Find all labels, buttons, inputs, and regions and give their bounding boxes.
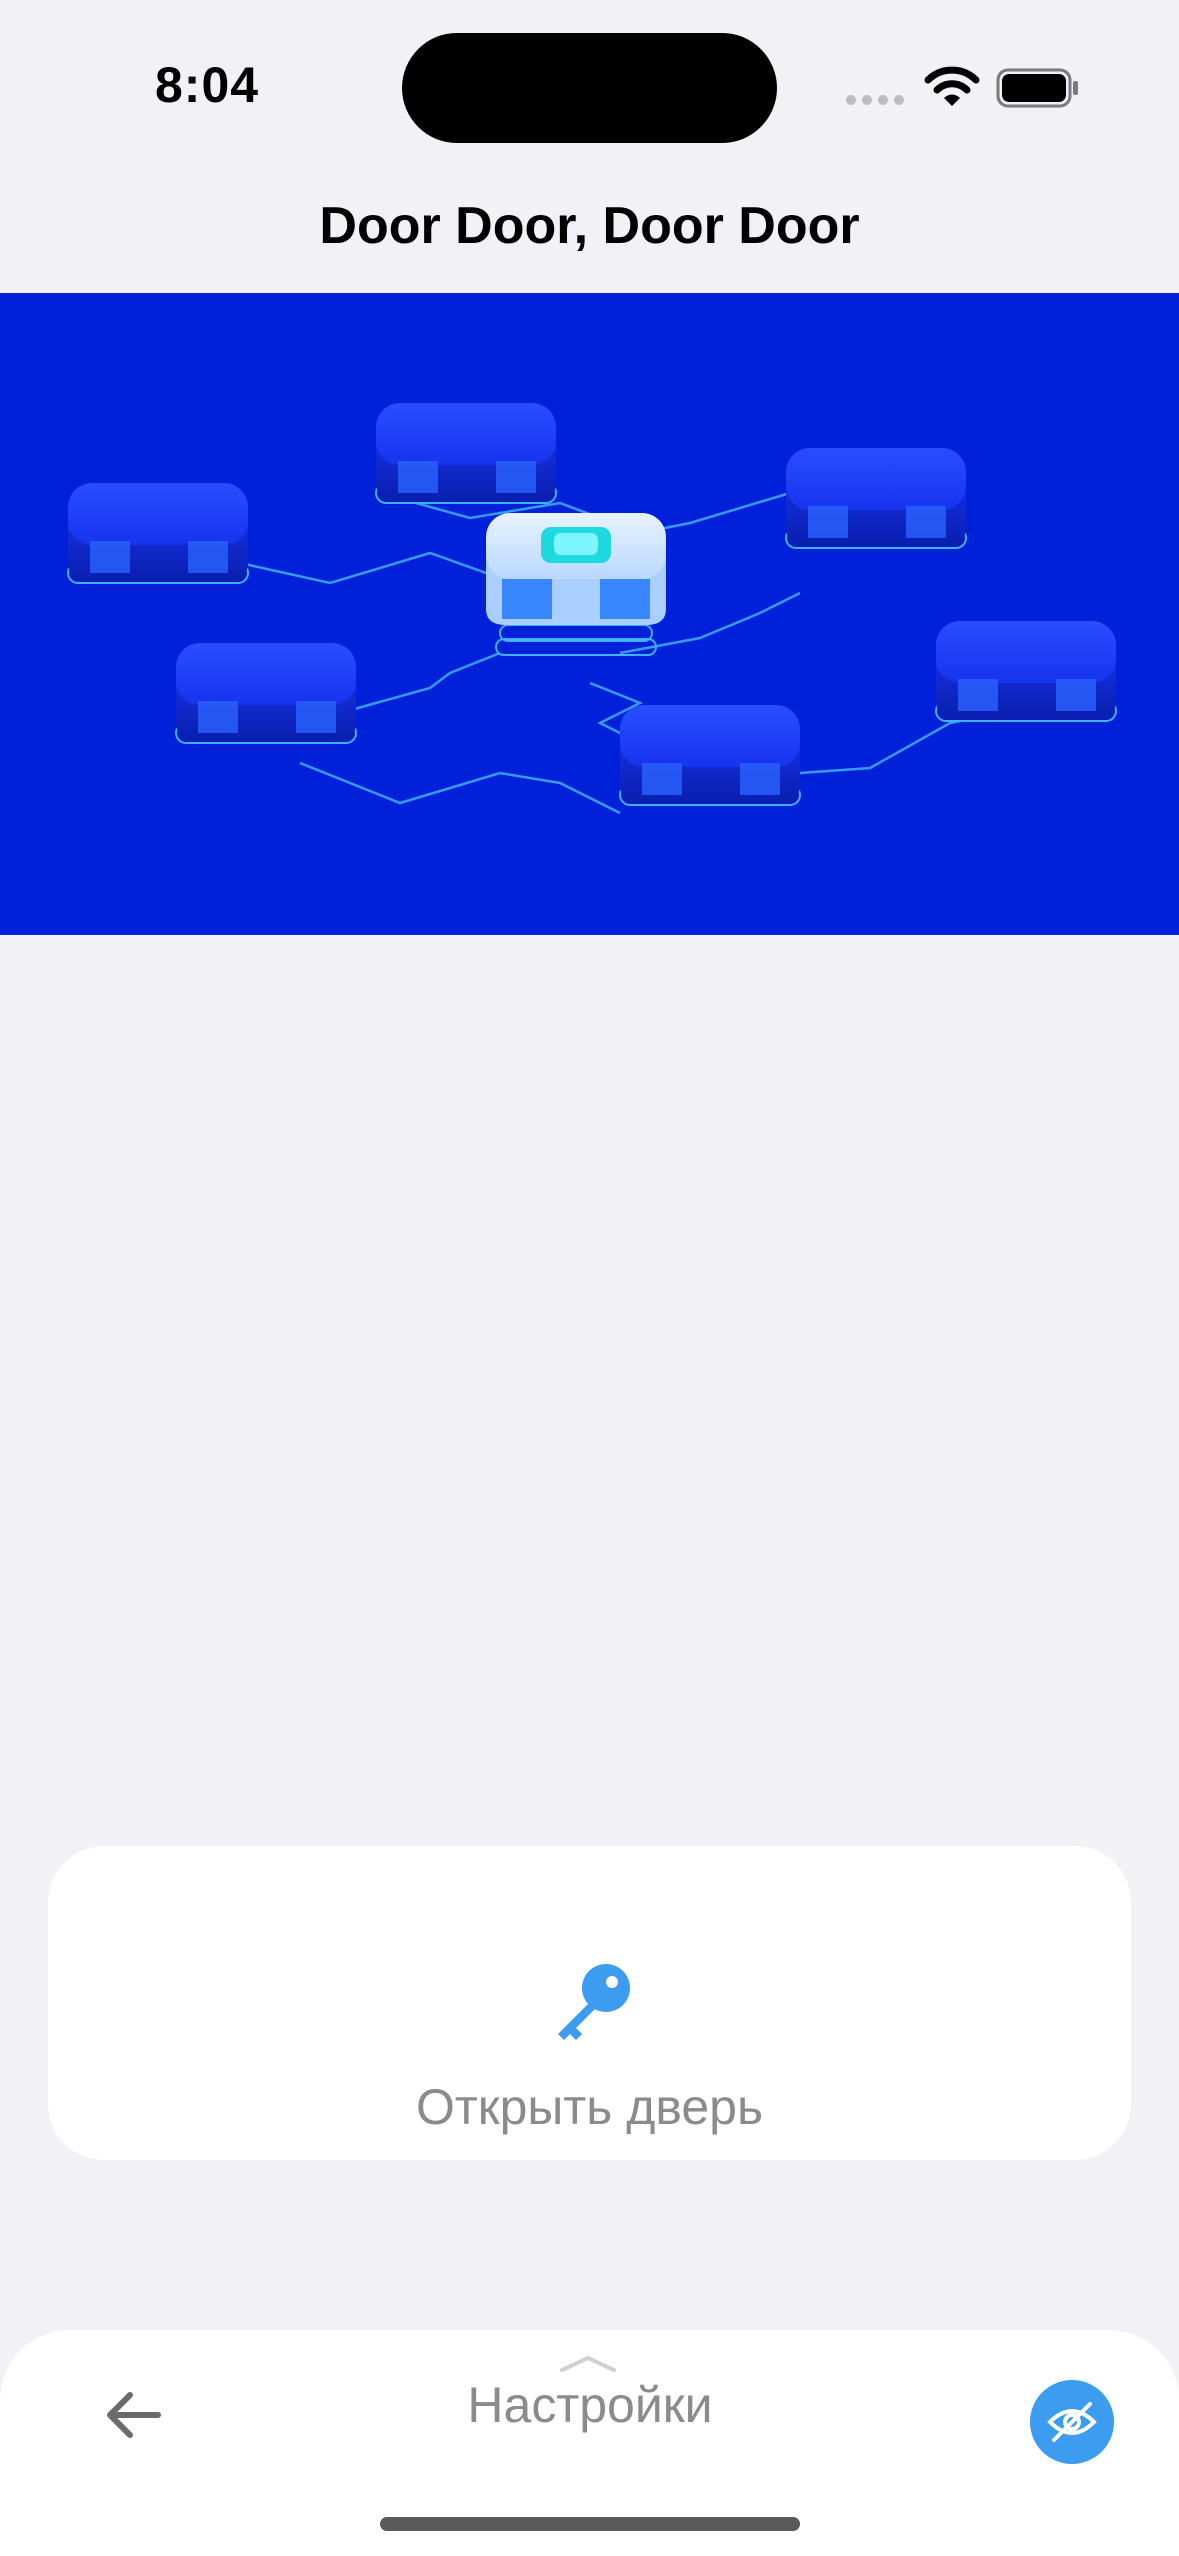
open-door-label: Открыть дверь — [415, 2079, 764, 2135]
cellular-signal-icon — [846, 95, 904, 105]
chevron-up-icon[interactable] — [558, 2352, 618, 2374]
eye-slash-icon — [1047, 2402, 1097, 2442]
key-icon — [558, 1964, 630, 2040]
arrow-left-icon[interactable] — [96, 2375, 176, 2455]
battery-icon — [996, 68, 1078, 108]
status-time: 8:04 — [155, 57, 260, 113]
wifi-icon — [924, 66, 980, 106]
dynamic-island — [402, 33, 777, 143]
network-servers-illustration — [67, 403, 1117, 815]
hide-button[interactable] — [1030, 2380, 1114, 2464]
home-indicator — [380, 2517, 800, 2531]
status-bar: 8:04 — [0, 0, 1179, 175]
page-title: Door Door, Door Door — [319, 197, 860, 255]
hero-illustration — [0, 293, 1179, 935]
settings-button[interactable]: Настройки — [340, 2376, 840, 2434]
